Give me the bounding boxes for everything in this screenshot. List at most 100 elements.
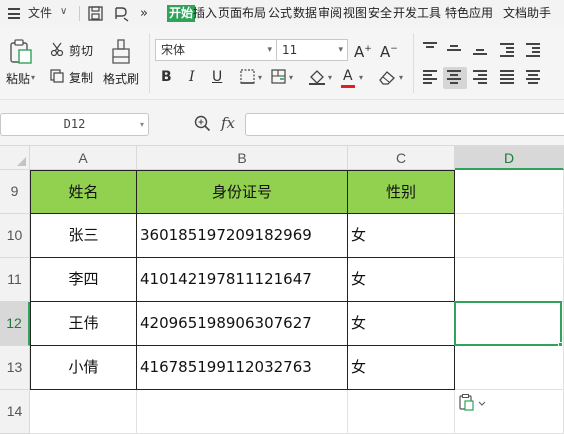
tab-special[interactable]: 特色应用 xyxy=(445,0,493,27)
table-cell[interactable]: 王伟 xyxy=(30,302,137,346)
font-size-select[interactable]: 11 ▾ xyxy=(276,39,348,61)
format-painter-icon[interactable] xyxy=(110,39,132,65)
tab-home[interactable]: 开始 xyxy=(167,5,196,22)
font-name-value: 宋体 xyxy=(161,43,186,57)
name-box-value: D12 xyxy=(63,117,86,131)
grow-font-button[interactable]: A+ xyxy=(354,40,372,61)
format-painter-button[interactable]: 格式刷 xyxy=(103,70,139,87)
header-cell-name[interactable]: 姓名 xyxy=(30,170,137,214)
column-header-c[interactable]: C xyxy=(348,146,455,170)
border-dropdown-icon[interactable]: ▾ xyxy=(258,73,262,82)
row-header-12[interactable]: 12 xyxy=(0,302,30,346)
align-center-icon[interactable] xyxy=(447,69,465,85)
table-cell[interactable]: 410142197811121647 xyxy=(137,258,348,302)
cell-d11[interactable] xyxy=(455,258,564,302)
header-cell-gender[interactable]: 性别 xyxy=(348,170,455,214)
table-cell[interactable]: 女 xyxy=(348,258,455,302)
font-color-letter: A xyxy=(343,68,353,84)
copy-icon[interactable] xyxy=(50,69,64,83)
font-color-dropdown-icon[interactable]: ▾ xyxy=(359,73,363,82)
tab-formulas[interactable]: 公式 xyxy=(268,0,292,27)
font-color-button[interactable]: A xyxy=(343,67,353,85)
column-header-a[interactable]: A xyxy=(30,146,137,170)
chevron-down-icon[interactable]: ∨ xyxy=(60,6,67,17)
fill-color-icon[interactable] xyxy=(308,68,326,86)
tab-security[interactable]: 安全 xyxy=(368,0,392,27)
active-cell-outline xyxy=(454,301,562,346)
italic-button[interactable]: I xyxy=(189,68,195,86)
tab-review[interactable]: 审阅 xyxy=(318,0,342,27)
justify-icon[interactable] xyxy=(500,69,518,85)
save-icon[interactable] xyxy=(88,6,103,21)
cell-d13[interactable] xyxy=(455,346,564,390)
paste-dropdown-icon[interactable]: ▾ xyxy=(31,73,35,82)
row-header-11[interactable]: 11 xyxy=(0,258,30,302)
fill-color-dropdown-icon[interactable]: ▾ xyxy=(328,73,332,82)
undo-icon[interactable] xyxy=(113,5,131,22)
divider xyxy=(149,33,150,93)
copy-button[interactable]: 复制 xyxy=(69,69,93,86)
table-cell[interactable]: 女 xyxy=(348,302,455,346)
align-top-icon[interactable] xyxy=(423,41,441,57)
table-cell[interactable]: 416785199112032763 xyxy=(137,346,348,390)
shrink-font-button[interactable]: A− xyxy=(380,40,398,61)
merge-dropdown-icon[interactable]: ▾ xyxy=(289,73,293,82)
table-cell[interactable]: 李四 xyxy=(30,258,137,302)
column-header-d[interactable]: D xyxy=(455,146,564,170)
column-header-b[interactable]: B xyxy=(137,146,348,170)
name-box[interactable]: D12 ▾ xyxy=(0,113,149,136)
align-left-icon[interactable] xyxy=(423,69,441,85)
align-bottom-icon[interactable] xyxy=(473,41,491,57)
paste-options-button[interactable] xyxy=(458,393,490,413)
table-cell[interactable]: 360185197209182969 xyxy=(137,214,348,258)
tab-developer[interactable]: 开发工具 xyxy=(393,0,441,27)
bold-button[interactable]: B xyxy=(161,68,172,86)
zoom-icon[interactable] xyxy=(194,115,211,132)
decrease-indent-icon[interactable] xyxy=(500,41,518,57)
formula-input[interactable] xyxy=(245,113,564,136)
cell-c14[interactable] xyxy=(348,390,455,434)
more-chevron-icon[interactable]: » xyxy=(140,0,148,27)
tab-doc-assistant[interactable]: 文档助手 xyxy=(503,0,551,27)
row-header-10[interactable]: 10 xyxy=(0,214,30,258)
align-middle-icon[interactable] xyxy=(447,41,465,57)
main-menu-icon[interactable] xyxy=(8,8,20,19)
row-header-14[interactable]: 14 xyxy=(0,390,30,434)
formula-bar: D12 ▾ fx xyxy=(0,100,564,146)
font-color-swatch xyxy=(341,85,355,88)
table-cell[interactable]: 女 xyxy=(348,214,455,258)
merge-cells-icon[interactable] xyxy=(271,69,287,85)
tab-view[interactable]: 视图 xyxy=(343,0,367,27)
tab-insert[interactable]: 插入 xyxy=(193,0,217,27)
distributed-align-icon[interactable] xyxy=(526,69,544,85)
file-menu[interactable]: 文件 xyxy=(28,0,52,27)
cell-d9[interactable] xyxy=(455,170,564,214)
eraser-icon[interactable] xyxy=(378,69,396,85)
cell-b14[interactable] xyxy=(137,390,348,434)
insert-function-button[interactable]: fx xyxy=(221,114,235,132)
table-cell[interactable]: 小倩 xyxy=(30,346,137,390)
divider xyxy=(413,33,414,93)
scissors-icon[interactable] xyxy=(50,42,64,56)
paste-icon[interactable] xyxy=(9,39,33,65)
cell-a14[interactable] xyxy=(30,390,137,434)
fill-handle[interactable] xyxy=(558,342,563,347)
clear-dropdown-icon[interactable]: ▾ xyxy=(399,73,403,82)
row-header-13[interactable]: 13 xyxy=(0,346,30,390)
underline-button[interactable]: U xyxy=(212,68,222,86)
select-all-corner[interactable] xyxy=(0,146,30,170)
table-cell[interactable]: 张三 xyxy=(30,214,137,258)
tab-page-layout[interactable]: 页面布局 xyxy=(218,0,266,27)
paste-label[interactable]: 粘贴 xyxy=(6,70,30,87)
border-icon[interactable] xyxy=(240,69,256,85)
table-cell[interactable]: 420965198906307627 xyxy=(137,302,348,346)
font-name-select[interactable]: 宋体 ▾ xyxy=(155,39,277,61)
tab-data[interactable]: 数据 xyxy=(293,0,317,27)
align-right-icon[interactable] xyxy=(473,69,491,85)
cut-button[interactable]: 剪切 xyxy=(69,42,93,59)
row-header-9[interactable]: 9 xyxy=(0,170,30,214)
header-cell-id[interactable]: 身份证号 xyxy=(137,170,348,214)
cell-d10[interactable] xyxy=(455,214,564,258)
increase-indent-icon[interactable] xyxy=(526,41,544,57)
table-cell[interactable]: 女 xyxy=(348,346,455,390)
